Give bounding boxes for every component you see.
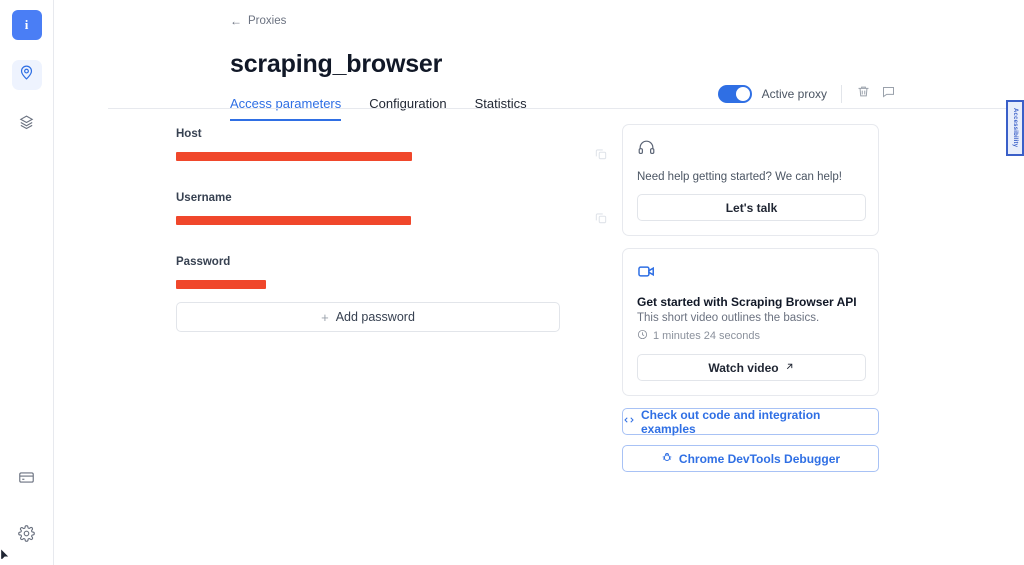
trash-icon: [856, 84, 871, 104]
code-examples-button[interactable]: Check out code and integration examples: [622, 408, 879, 435]
video-card-subtitle: This short video outlines the basics.: [637, 312, 864, 324]
sidebar-item-settings[interactable]: [12, 521, 42, 551]
back-arrow-icon: ←: [230, 15, 242, 27]
watch-video-button[interactable]: Watch video: [637, 354, 866, 381]
headset-icon: [637, 138, 864, 162]
code-brackets-icon: [623, 414, 635, 429]
main-content: ← Proxies scraping_browser Access parame…: [54, 0, 1024, 565]
host-value-redacted: [176, 152, 412, 161]
lets-talk-label: Let's talk: [726, 201, 778, 215]
active-proxy-label: Active proxy: [762, 87, 827, 101]
code-examples-label: Check out code and integration examples: [641, 408, 878, 436]
field-row-host: [176, 146, 622, 166]
field-password: Password + Add password: [176, 256, 622, 332]
field-username: Username: [176, 192, 622, 230]
page-title: scraping_browser: [230, 50, 1024, 79]
copy-username-button[interactable]: [594, 211, 608, 230]
devtools-debugger-button[interactable]: Chrome DevTools Debugger: [622, 445, 879, 472]
field-row-username: [176, 210, 622, 230]
sidebar-item-proxies[interactable]: [12, 60, 42, 90]
brightdata-logo[interactable]: i: [12, 10, 42, 40]
devtools-debugger-label: Chrome DevTools Debugger: [679, 452, 840, 466]
help-card: Need help getting started? We can help! …: [622, 124, 879, 236]
video-duration: 1 minutes 24 seconds: [637, 329, 864, 343]
proxy-status-cluster: Active proxy: [718, 84, 896, 104]
watch-video-label: Watch video: [708, 361, 778, 375]
field-host: Host: [176, 128, 622, 166]
field-row-password: [176, 274, 622, 294]
video-duration-label: 1 minutes 24 seconds: [653, 330, 760, 342]
tabbar-divider: [108, 108, 1024, 109]
delete-proxy-button[interactable]: [856, 84, 871, 104]
external-link-arrow-icon: [784, 361, 795, 375]
field-label-username: Username: [176, 192, 622, 204]
credit-card-icon: [18, 469, 35, 491]
breadcrumb-label: Proxies: [248, 15, 286, 27]
lets-talk-button[interactable]: Let's talk: [637, 194, 866, 221]
field-label-password: Password: [176, 256, 622, 268]
breadcrumb[interactable]: ← Proxies: [230, 15, 286, 27]
video-camera-icon: [637, 262, 864, 286]
sidebar-item-billing[interactable]: [12, 465, 42, 495]
copy-host-button[interactable]: [594, 147, 608, 166]
gear-icon: [18, 525, 35, 547]
copy-icon: [594, 147, 608, 166]
video-card: Get started with Scraping Browser API Th…: [622, 248, 879, 396]
logo-label: i: [25, 17, 29, 33]
accessibility-tab[interactable]: Accessibility: [1006, 100, 1024, 156]
username-value-redacted: [176, 216, 411, 225]
active-proxy-toggle[interactable]: [718, 85, 752, 103]
add-password-button[interactable]: + Add password: [176, 302, 560, 332]
access-parameters-panel: Host Use: [54, 118, 622, 565]
layers-icon: [18, 114, 35, 136]
comment-button[interactable]: [881, 84, 896, 104]
left-sidebar: i: [0, 0, 54, 565]
video-card-title: Get started with Scraping Browser API: [637, 295, 864, 309]
mouse-cursor: [0, 546, 14, 565]
location-pin-icon: [18, 64, 35, 86]
accessibility-tab-label: Accessibility: [1012, 108, 1018, 147]
field-label-host: Host: [176, 128, 622, 140]
side-panel: Need help getting started? We can help! …: [622, 118, 879, 565]
divider: [841, 85, 842, 103]
comment-icon: [881, 84, 896, 104]
help-card-text: Need help getting started? We can help!: [637, 171, 864, 183]
sidebar-item-datasets[interactable]: [12, 110, 42, 140]
bug-icon: [661, 451, 673, 466]
clock-icon: [637, 329, 648, 343]
content-body: Host Use: [54, 118, 1024, 565]
password-value-redacted: [176, 280, 266, 289]
copy-icon: [594, 211, 608, 230]
app-window: i: [0, 0, 1024, 565]
add-password-label: Add password: [336, 310, 415, 324]
toggle-knob: [736, 87, 750, 101]
plus-icon: +: [321, 310, 329, 325]
